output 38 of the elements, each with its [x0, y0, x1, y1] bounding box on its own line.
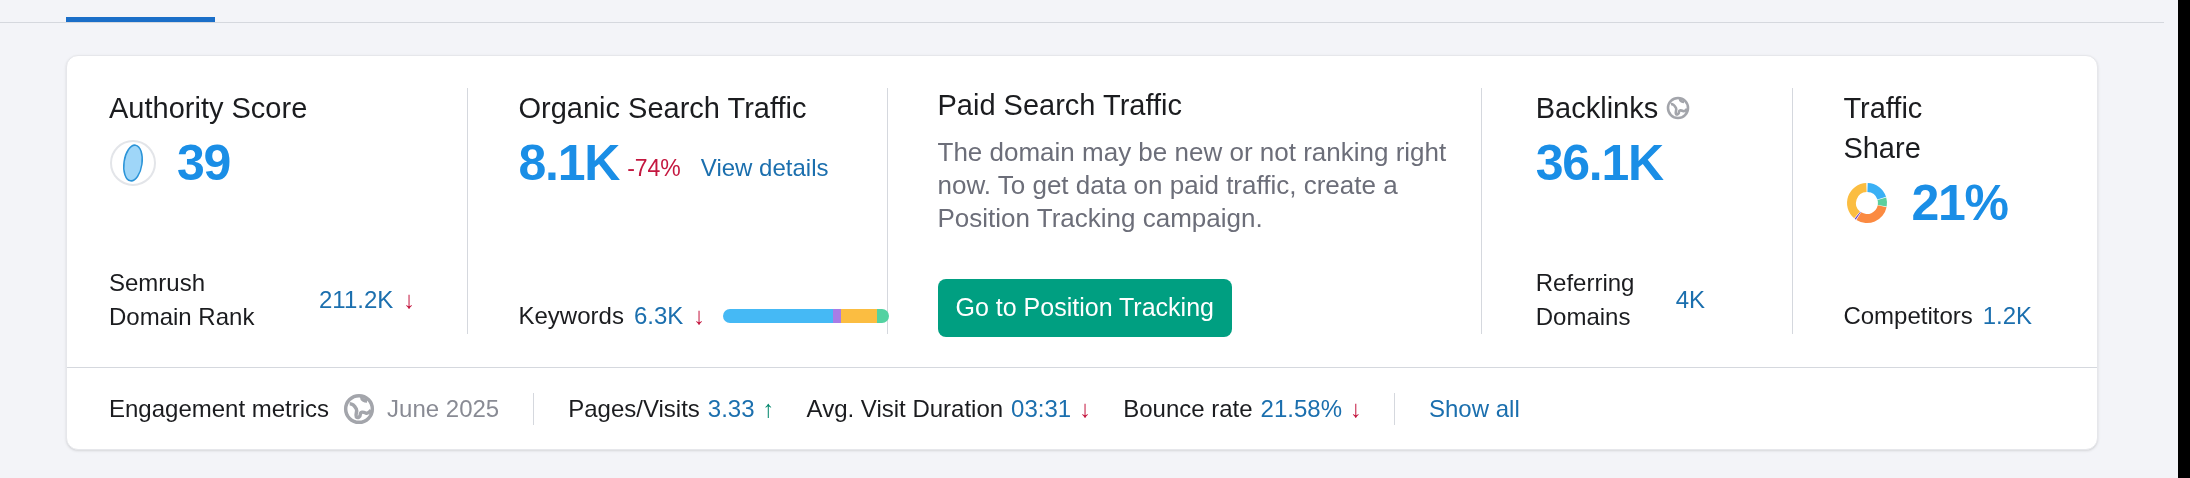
metric-label: Semrush Domain Rank: [109, 268, 256, 332]
trend-arrow: ↓: [1350, 393, 1362, 424]
metric-title: Authority Score: [109, 91, 308, 126]
view-details-link[interactable]: View details: [700, 150, 829, 186]
change-percent: -74%: [627, 153, 681, 183]
engagement-metric-label: Avg. Visit Duration: [806, 393, 1004, 424]
metric-title: Organic Search Traffic: [518, 91, 807, 126]
trend-arrow: ↓: [1079, 393, 1092, 424]
engagement-metric-value: 21.58%: [1260, 393, 1342, 424]
engagement-metric-label: Pages/Visits: [568, 393, 700, 424]
metric-title: Traffic Share: [1843, 91, 1924, 166]
globe-icon: [343, 392, 376, 425]
engagement-metric-label: Bounce rate: [1123, 393, 1253, 424]
globe-icon: [1666, 96, 1691, 120]
metric-value: 6.3K: [633, 301, 684, 331]
trend-arrow: ↓: [403, 285, 416, 315]
position-tracking-button[interactable]: Go to Position Tracking: [937, 279, 1232, 337]
paid-traffic-description: The domain may be new or not ranking right now. To get data on paid traffic, create a Position Tracking campaign.: [937, 136, 1448, 235]
trend-arrow: ↑: [762, 393, 775, 424]
metric-value: 21%: [1911, 178, 2008, 228]
engagement-metric-value: 3.33: [707, 393, 755, 424]
metric-title: Backlinks: [1535, 91, 1659, 126]
metric-value: 39: [177, 138, 231, 188]
metric-label: Competitors: [1843, 301, 1973, 331]
metric-label: Keywords: [518, 301, 624, 331]
engagement-label: Engagement metrics: [109, 393, 330, 424]
trend-arrow: ↓: [693, 301, 706, 331]
engagement-metric-value: 03:31: [1011, 393, 1072, 424]
metric-value: 1.2K: [1982, 301, 2033, 331]
authority-score-icon: [109, 139, 157, 187]
metric-label: Referring Domains: [1535, 268, 1636, 332]
metric-value: 8.1K: [518, 138, 620, 188]
engagement-date: June 2025: [387, 393, 500, 424]
metric-value: 4K: [1675, 285, 1706, 315]
show-all-link[interactable]: Show all: [1429, 390, 1520, 427]
metric-value: 36.1K: [1535, 138, 1663, 188]
metric-title: Paid Search Traffic: [937, 88, 1183, 122]
metric-value: 211.2K: [319, 285, 394, 315]
